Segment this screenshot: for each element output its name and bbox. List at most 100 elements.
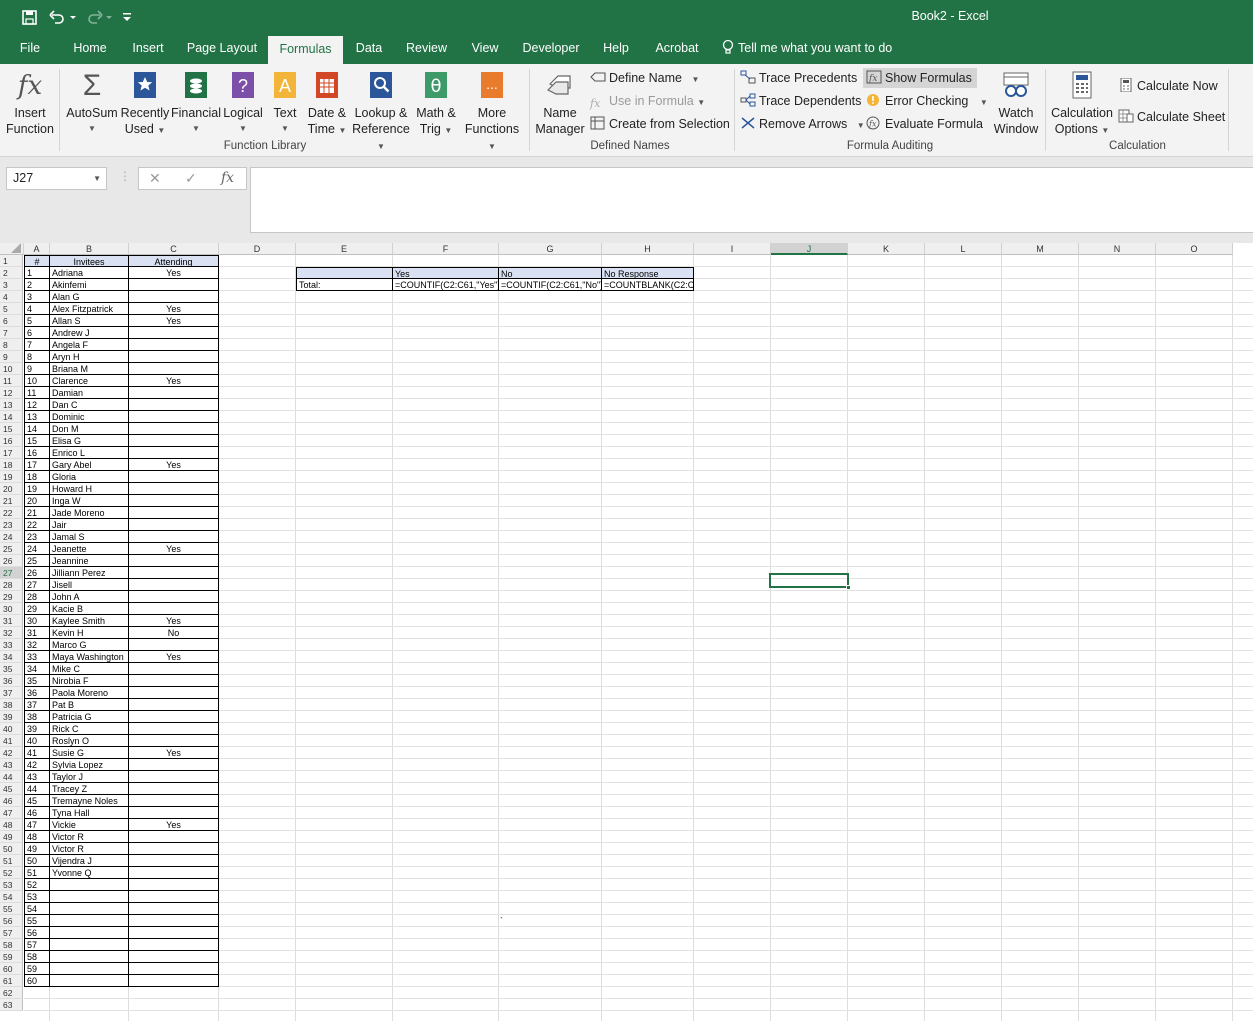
attending-cell[interactable] <box>129 951 219 963</box>
row-header[interactable]: 52 <box>0 867 23 879</box>
enter-icon[interactable]: ✓ <box>185 170 197 187</box>
number-cell[interactable]: 19 <box>24 483 50 495</box>
attending-cell[interactable] <box>129 471 219 483</box>
number-cell[interactable]: 23 <box>24 531 50 543</box>
row-header[interactable]: 27 <box>0 567 23 579</box>
number-cell[interactable]: 53 <box>24 891 50 903</box>
invitee-cell[interactable] <box>50 915 129 927</box>
number-cell[interactable]: 39 <box>24 723 50 735</box>
row-header[interactable]: 37 <box>0 687 23 699</box>
number-cell[interactable]: 47 <box>24 819 50 831</box>
define-name-button[interactable]: Define Name ▼ <box>590 68 699 88</box>
insert-function-button[interactable]: fx Insert Function <box>4 66 56 136</box>
number-cell[interactable]: 56 <box>24 927 50 939</box>
insert-function-icon[interactable]: fx <box>221 170 234 186</box>
column-header-h[interactable]: H <box>602 243 694 255</box>
invitee-cell[interactable]: Clarence <box>50 375 129 387</box>
row-header[interactable]: 7 <box>0 327 23 339</box>
invitee-cell[interactable]: Maya Washington <box>50 651 129 663</box>
attending-cell[interactable] <box>129 759 219 771</box>
number-cell[interactable]: 32 <box>24 639 50 651</box>
row-header[interactable]: 58 <box>0 939 23 951</box>
invitee-cell[interactable] <box>50 951 129 963</box>
row-header[interactable]: 33 <box>0 639 23 651</box>
number-cell[interactable]: 55 <box>24 915 50 927</box>
row-header[interactable]: 51 <box>0 855 23 867</box>
number-cell[interactable]: 14 <box>24 423 50 435</box>
row-header[interactable]: 5 <box>0 303 23 315</box>
tab-developer[interactable]: Developer <box>516 34 586 64</box>
row-header[interactable]: 56 <box>0 915 23 927</box>
tab-page-layout[interactable]: Page Layout <box>180 34 264 64</box>
number-cell[interactable]: 22 <box>24 519 50 531</box>
name-box[interactable]: J27 ▼ <box>6 167 107 190</box>
row-header[interactable]: 55 <box>0 903 23 915</box>
summary-no-formula[interactable]: =COUNTIF(C2:C61,"No") <box>499 279 602 291</box>
number-cell[interactable]: 29 <box>24 603 50 615</box>
invitee-cell[interactable]: Elisa G <box>50 435 129 447</box>
number-cell[interactable]: 4 <box>24 303 50 315</box>
number-cell[interactable]: 18 <box>24 471 50 483</box>
row-header[interactable]: 30 <box>0 603 23 615</box>
number-cell[interactable]: 8 <box>24 351 50 363</box>
invitee-cell[interactable]: Adriana <box>50 267 129 279</box>
attending-cell[interactable] <box>129 399 219 411</box>
column-header-a[interactable]: A <box>24 243 50 255</box>
attending-cell[interactable] <box>129 639 219 651</box>
invitee-cell[interactable] <box>50 903 129 915</box>
row-header[interactable]: 13 <box>0 399 23 411</box>
row-header[interactable]: 25 <box>0 543 23 555</box>
summary-total-label[interactable]: Total: <box>296 279 393 291</box>
invitee-cell[interactable] <box>50 927 129 939</box>
column-header-f[interactable]: F <box>393 243 499 255</box>
number-cell[interactable]: 57 <box>24 939 50 951</box>
redo-icon[interactable] <box>84 7 114 27</box>
attending-cell[interactable] <box>129 867 219 879</box>
row-header[interactable]: 54 <box>0 891 23 903</box>
row-header[interactable]: 47 <box>0 807 23 819</box>
attending-cell[interactable] <box>129 795 219 807</box>
row-header[interactable]: 3 <box>0 279 23 291</box>
attending-cell[interactable] <box>129 723 219 735</box>
math-trig-button[interactable]: θ Math & Trig ▼ <box>412 66 460 136</box>
number-cell[interactable]: 7 <box>24 339 50 351</box>
row-header[interactable]: 22 <box>0 507 23 519</box>
attending-cell[interactable] <box>129 711 219 723</box>
chevron-down-icon[interactable]: ▼ <box>93 168 101 189</box>
number-cell[interactable]: 35 <box>24 675 50 687</box>
column-header-o[interactable]: O <box>1156 243 1233 255</box>
attending-cell[interactable] <box>129 351 219 363</box>
number-cell[interactable]: 5 <box>24 315 50 327</box>
invitee-cell[interactable]: Jair <box>50 519 129 531</box>
financial-button[interactable]: Financial ▼ <box>170 66 222 136</box>
invitee-cell[interactable]: Mike C <box>50 663 129 675</box>
invitee-cell[interactable]: Inga W <box>50 495 129 507</box>
row-header[interactable]: 21 <box>0 495 23 507</box>
row-header[interactable]: 59 <box>0 951 23 963</box>
invitee-cell[interactable]: Nirobia F <box>50 675 129 687</box>
row-header[interactable]: 17 <box>0 447 23 459</box>
attending-cell[interactable] <box>129 423 219 435</box>
attending-cell[interactable]: Yes <box>129 819 219 831</box>
number-cell[interactable]: 52 <box>24 879 50 891</box>
invitee-cell[interactable] <box>50 891 129 903</box>
logical-button[interactable]: ? Logical ▼ <box>222 66 264 136</box>
row-header[interactable]: 42 <box>0 747 23 759</box>
calculation-options-button[interactable]: Calculation Options ▼ <box>1049 66 1115 136</box>
remove-arrows-button[interactable]: Remove Arrows ▼ <box>740 114 865 134</box>
fill-handle[interactable] <box>846 585 851 590</box>
invitee-cell[interactable]: Akinfemi <box>50 279 129 291</box>
invitee-cell[interactable] <box>50 963 129 975</box>
select-all-corner[interactable] <box>0 243 24 255</box>
date-time-button[interactable]: Date & Time ▼ <box>304 66 350 136</box>
row-header[interactable]: 53 <box>0 879 23 891</box>
row-header[interactable]: 34 <box>0 651 23 663</box>
more-functions-button[interactable]: ... More Functions ▼ <box>460 66 524 151</box>
attending-cell[interactable] <box>129 567 219 579</box>
save-icon[interactable] <box>20 7 38 27</box>
row-header[interactable]: 57 <box>0 927 23 939</box>
tab-data[interactable]: Data <box>349 34 389 64</box>
invitee-cell[interactable]: Rick C <box>50 723 129 735</box>
evaluate-formula-button[interactable]: fx Evaluate Formula <box>866 114 983 134</box>
attending-cell[interactable]: Yes <box>129 303 219 315</box>
